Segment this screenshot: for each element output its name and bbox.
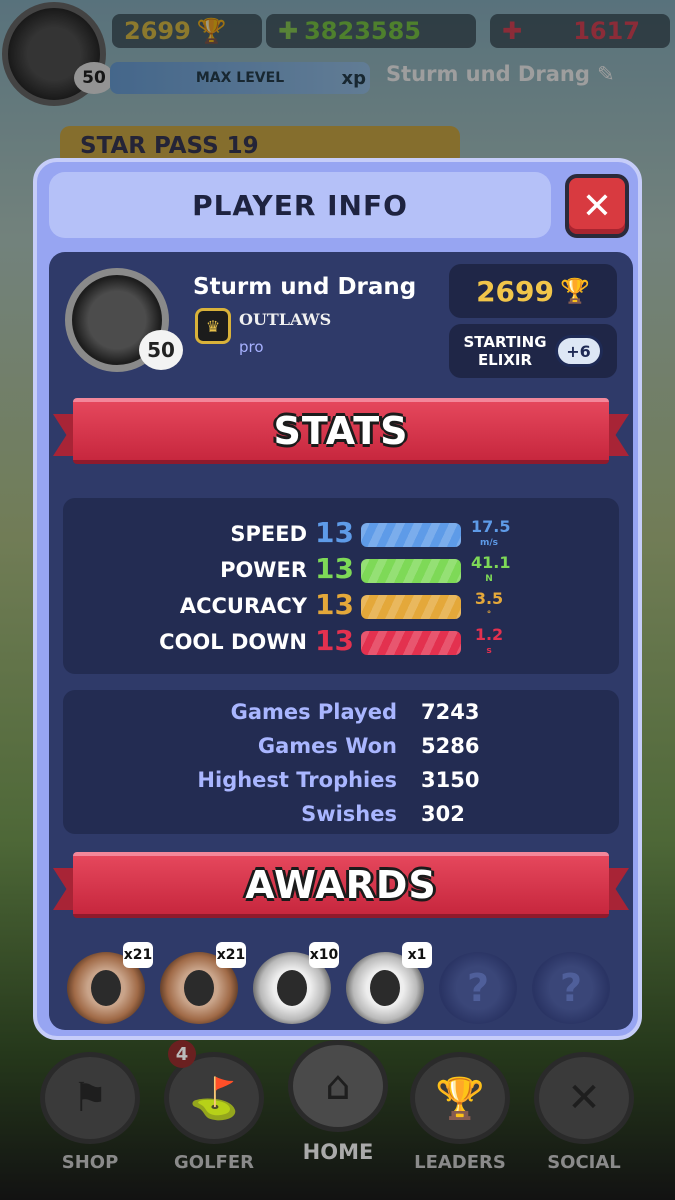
modal-title: PLAYER INFO (49, 172, 551, 238)
player-rank: pro (239, 338, 264, 356)
club-name[interactable]: OUTLAWS (239, 310, 331, 329)
stat-bar (361, 595, 461, 619)
nav-label: SHOP (61, 1152, 119, 1173)
stats-panel: SPEED 13 17.5 m/s POWER 13 41.1 N ACCURACY… (63, 498, 619, 674)
awards-header: AWARDS (73, 852, 609, 918)
elixir-icon: +6 (554, 335, 603, 367)
count-label: Swishes (301, 802, 397, 826)
stat-unit: m/s (479, 538, 499, 548)
stat-row-speed: SPEED 13 17.5 m/s (63, 516, 619, 552)
golfer-figure-icon (91, 970, 121, 1006)
player-level-badge: 50 (139, 330, 183, 370)
stat-unit: N (485, 574, 493, 584)
stat-level: 13 (315, 624, 354, 657)
nav-home[interactable]: ⌂ HOME (284, 1040, 392, 1164)
stat-value: 1.2 s (471, 626, 507, 660)
stat-label: SPEED (230, 522, 307, 546)
stat-row-cool-down: COOL DOWN 13 1.2 s (63, 624, 619, 660)
notification-badge: 4 (168, 1040, 196, 1068)
count-label: Games Won (257, 734, 397, 758)
close-icon: ✕ (581, 185, 613, 227)
player-trophies-value: 2699 (476, 274, 555, 308)
locked-award-badge[interactable]: ? (532, 952, 610, 1024)
question-mark-icon: ? (559, 966, 583, 1010)
club-crest-icon[interactable]: ♛ (195, 308, 231, 344)
stat-level: 13 (315, 552, 354, 585)
crossed-clubs-icon: ✕ (534, 1052, 634, 1144)
nav-social[interactable]: ✕ SOCIAL (530, 1052, 638, 1173)
stat-label: POWER (220, 558, 307, 582)
stat-label: COOL DOWN (159, 630, 307, 654)
stat-value-number: 1.2 (474, 625, 504, 644)
flag-icon: ⚑ (40, 1052, 140, 1144)
trophy-icon: 🏆 (560, 277, 590, 305)
nav-label: GOLFER (174, 1152, 254, 1173)
stat-value: 41.1 N (471, 553, 511, 588)
count-row-games-played: Games Played 7243 (63, 698, 619, 728)
stat-value: 3.5 ° (471, 590, 507, 624)
elixir-value: +6 (566, 341, 591, 361)
starting-elixir: STARTING ELIXIR +6 (449, 324, 617, 378)
golfer-figure-icon (184, 970, 214, 1006)
stat-value: 17.5 m/s (471, 517, 511, 552)
player-info-modal: PLAYER INFO ✕ 50 Sturm und Drang ♛ OUTLA… (33, 158, 642, 1040)
count-row-games-won: Games Won 5286 (63, 732, 619, 762)
award-count: x21 (216, 942, 246, 968)
starting-elixir-label-line1: STARTING (463, 333, 547, 351)
bottom-nav: ⚑ SHOP ⛳ GOLFER 4 ⌂ HOME 🏆 LEADERS ✕ SOC… (0, 1040, 675, 1200)
stat-bar (361, 523, 461, 547)
count-label: Games Played (230, 700, 397, 724)
locked-award-badge[interactable]: ? (439, 952, 517, 1024)
stat-bar (361, 631, 461, 655)
nav-leaders[interactable]: 🏆 LEADERS (406, 1052, 514, 1173)
golfer-figure-icon (370, 970, 400, 1006)
starting-elixir-label-line2: ELIXIR (477, 351, 533, 369)
awards-row: x21 x21 x10 x1 ? ? (55, 942, 627, 1024)
stat-row-power: POWER 13 41.1 N (63, 552, 619, 588)
player-info-content: 50 Sturm und Drang ♛ OUTLAWS pro 2699 🏆 … (49, 252, 633, 1030)
stat-row-accuracy: ACCURACY 13 3.5 ° (63, 588, 619, 624)
question-mark-icon: ? (466, 966, 490, 1010)
stat-value-number: 3.5 (474, 589, 504, 608)
count-value: 7243 (421, 700, 480, 724)
trophy-icon: 🏆 (410, 1052, 510, 1144)
starting-elixir-label: STARTING ELIXIR (463, 333, 546, 369)
golfer-figure-icon (277, 970, 307, 1006)
stat-value-number: 41.1 (471, 553, 511, 572)
nav-shop[interactable]: ⚑ SHOP (36, 1052, 144, 1173)
count-value: 5286 (421, 734, 480, 758)
nav-label: LEADERS (414, 1152, 506, 1173)
nav-label: SOCIAL (547, 1152, 621, 1173)
stat-level: 13 (315, 588, 354, 621)
count-value: 3150 (421, 768, 480, 792)
player-name: Sturm und Drang (193, 274, 417, 300)
stat-bar (361, 559, 461, 583)
count-row-highest-trophies: Highest Trophies 3150 (63, 766, 619, 796)
stats-ribbon: STATS (53, 392, 629, 472)
nav-label: HOME (302, 1140, 374, 1164)
awards-ribbon: AWARDS (53, 846, 629, 926)
nav-golfer[interactable]: ⛳ GOLFER (160, 1052, 268, 1173)
stat-unit: s (486, 646, 492, 656)
stat-label: ACCURACY (179, 594, 307, 618)
award-count: x10 (309, 942, 339, 968)
stat-value-number: 17.5 (471, 517, 511, 536)
player-trophies: 2699 🏆 (449, 264, 617, 318)
count-label: Highest Trophies (197, 768, 397, 792)
stat-unit: ° (486, 610, 492, 620)
count-value: 302 (421, 802, 465, 826)
close-button[interactable]: ✕ (565, 174, 629, 238)
house-icon: ⌂ (288, 1040, 388, 1132)
stat-level: 13 (315, 516, 354, 549)
stats-header: STATS (73, 398, 609, 464)
award-count: x1 (402, 942, 432, 968)
count-row-swishes: Swishes 302 (63, 800, 619, 830)
game-counts-panel: Games Played 7243 Games Won 5286 Highest… (63, 690, 619, 834)
award-count: x21 (123, 942, 153, 968)
